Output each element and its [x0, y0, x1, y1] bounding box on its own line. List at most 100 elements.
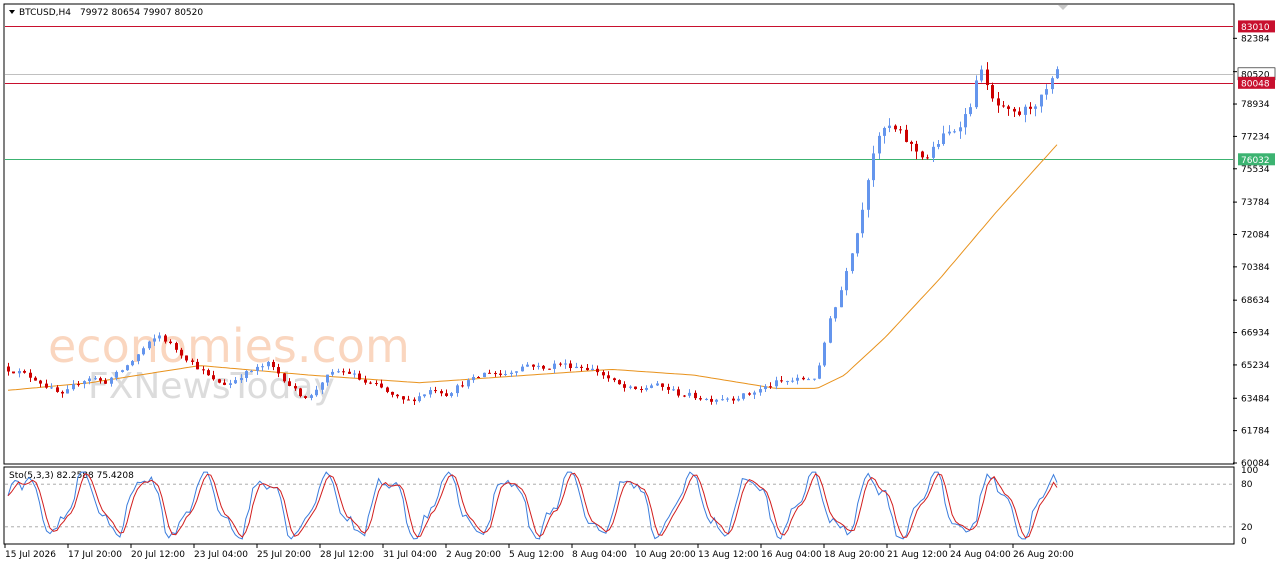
time-tick-label: 28 Jul 12:00 [320, 550, 374, 560]
price-tick-label: 82384 [1241, 34, 1270, 44]
candle-bear [342, 371, 345, 373]
candle-bear [380, 383, 383, 388]
candle-bull [1040, 94, 1043, 107]
candle-bear [899, 129, 902, 131]
candle-bear [1007, 106, 1010, 109]
candle-bear [602, 372, 605, 376]
candle-bull [737, 398, 740, 401]
candle-bull [861, 209, 864, 234]
candle-bull [807, 379, 810, 381]
time-tick-label: 18 Aug 20:00 [824, 550, 885, 560]
candle-bear [542, 365, 545, 369]
candle-bull [472, 376, 475, 381]
stochastic-panel[interactable] [3, 466, 1235, 545]
time-tick-label: 10 Aug 20:00 [635, 550, 696, 560]
candle-bull [829, 318, 832, 343]
stochastic-level-label: 80 [1241, 480, 1253, 490]
candle-bull [267, 361, 270, 367]
candle-bear [304, 396, 307, 398]
candle-bull [537, 365, 540, 367]
candle-bull [158, 335, 161, 339]
time-tick-label: 16 Aug 04:00 [761, 550, 822, 560]
candle-bull [980, 69, 983, 81]
time-tick-label: 5 Aug 12:00 [509, 550, 564, 560]
candle-bear [586, 367, 589, 371]
candle-bear [921, 151, 924, 158]
trading-chart[interactable]: economies.com FXNewsToday BTCUSD,H4 7997… [0, 0, 1280, 567]
candle-bull [656, 383, 659, 386]
candle-bear [218, 379, 221, 383]
candle-bear [694, 392, 697, 399]
candle-bull [467, 380, 470, 387]
candle-bull [786, 381, 789, 383]
candle-bull [975, 80, 978, 108]
candle-bull [948, 131, 951, 134]
candle-bull [137, 354, 140, 362]
candle-bear [477, 376, 480, 378]
candle-bear [413, 399, 416, 402]
price-tick-label: 75534 [1241, 165, 1270, 175]
candle-bear [683, 395, 686, 397]
candle-bull [591, 368, 594, 371]
candle-bear [104, 380, 107, 384]
candle-bear [618, 380, 621, 385]
candle-bear [23, 370, 26, 373]
price-tick-label: 66934 [1241, 329, 1270, 339]
candle-bull [423, 394, 426, 397]
candle-bear [661, 383, 664, 387]
candle-bear [164, 335, 167, 342]
candle-bull [959, 127, 962, 132]
candle-bear [494, 373, 497, 375]
candle-bear [569, 363, 572, 369]
candle-bull [256, 366, 259, 372]
stochastic-level-label: 20 [1241, 523, 1253, 533]
candle-bull [94, 378, 97, 380]
candle-bull [1024, 106, 1027, 115]
candle-bull [796, 377, 799, 381]
price-tick-label: 68634 [1241, 296, 1270, 306]
candle-bear [613, 378, 616, 381]
candle-bull [1034, 106, 1037, 109]
candle-bear [991, 85, 994, 99]
candle-bull [240, 378, 243, 381]
candle-bear [369, 382, 372, 384]
candle-bull [645, 387, 648, 390]
candle-bear [277, 367, 280, 374]
candle-bull [705, 398, 708, 400]
candle-bull [18, 370, 21, 374]
candle-bear [77, 384, 80, 386]
time-tick-label: 21 Aug 12:00 [887, 550, 948, 560]
candle-bear [769, 386, 772, 388]
resistance-tag: 83010 [1241, 23, 1270, 33]
candle-bull [72, 384, 75, 390]
price-tick-label: 77234 [1241, 132, 1270, 142]
candle-bear [499, 373, 502, 375]
candle-bear [12, 371, 15, 374]
candle-bull [872, 153, 875, 181]
candle-bear [532, 364, 535, 367]
candle-bull [331, 371, 334, 375]
candle-bear [294, 385, 297, 389]
candle-bear [169, 341, 172, 344]
time-tick-label: 24 Aug 04:00 [950, 550, 1011, 560]
candle-bear [699, 398, 702, 400]
price-tick-label: 73784 [1241, 198, 1270, 208]
chart-canvas[interactable]: economies.com FXNewsToday BTCUSD,H4 7997… [0, 0, 1280, 567]
candle-bear [272, 361, 275, 368]
candle-bull [521, 366, 524, 372]
candle-bear [39, 380, 42, 384]
candle-bull [115, 371, 118, 378]
candle-bull [834, 307, 837, 319]
candle-bear [580, 366, 583, 368]
candle-bull [353, 373, 356, 375]
candle-bull [337, 371, 340, 373]
time-tick-label: 31 Jul 04:00 [383, 550, 437, 560]
watermark-sub: FXNewsToday [88, 366, 335, 407]
symbol-label: BTCUSD,H4 [19, 8, 71, 18]
candle-bull [564, 363, 567, 365]
price-tick-label: 65234 [1241, 361, 1270, 371]
candle-bear [1002, 105, 1005, 107]
candle-bear [461, 385, 464, 387]
support-tag: 76032 [1241, 156, 1270, 166]
candle-bear [997, 98, 1000, 106]
